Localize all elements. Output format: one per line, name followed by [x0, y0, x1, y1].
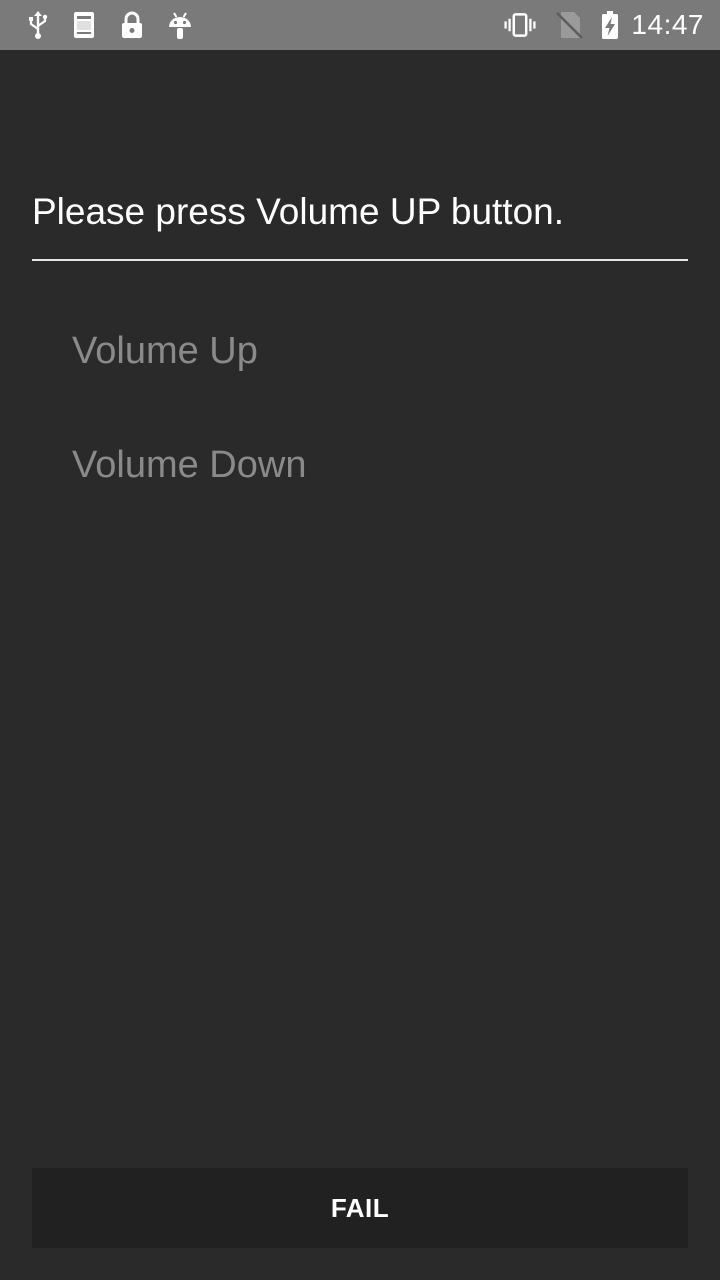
- status-time: 14:47: [631, 9, 704, 40]
- volume-up-label: Volume Up: [72, 330, 258, 372]
- vibrate-icon: [504, 13, 536, 37]
- instruction-text: Please press Volume UP button.: [32, 191, 565, 232]
- battery-charging-icon: [602, 11, 618, 39]
- screen: 14:47 Please press Volume UP button. Vol…: [0, 0, 720, 1280]
- divider: [32, 259, 688, 261]
- no-sim-icon: [556, 12, 583, 39]
- status-bar: 14:47: [0, 0, 720, 50]
- volume-down-label: Volume Down: [72, 444, 307, 486]
- fail-button[interactable]: FAIL: [32, 1168, 688, 1248]
- log-icon: [74, 12, 94, 38]
- android-icon: [169, 12, 191, 39]
- usb-icon: [29, 11, 48, 39]
- lock-icon: [122, 11, 142, 38]
